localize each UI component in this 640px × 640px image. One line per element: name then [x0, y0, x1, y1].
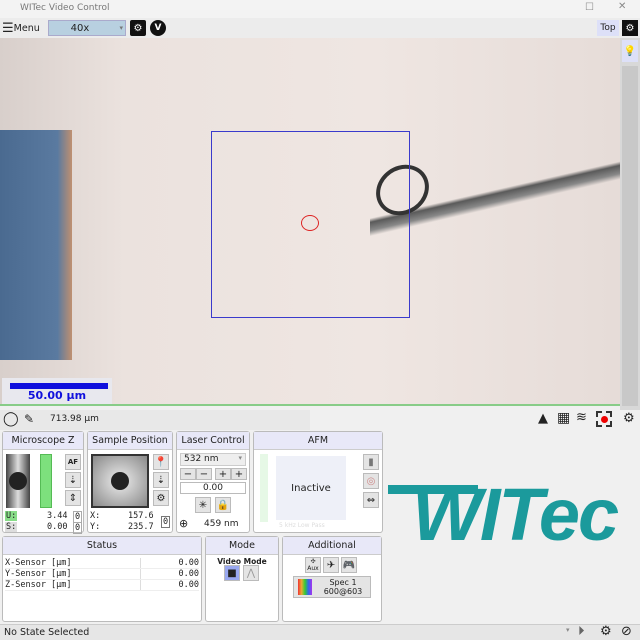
afm-panel: AFM Inactive 5 kHz Low Pass ▮ ◎ ⇔ [253, 431, 383, 533]
increase-small-button[interactable]: + [215, 468, 231, 480]
sample-edge [0, 130, 72, 360]
disabled-icon[interactable]: ⊘ [621, 624, 632, 639]
decrease-small-button[interactable]: − [196, 468, 212, 480]
reset-position-button[interactable]: 0 [161, 516, 170, 528]
laser-power-field[interactable]: 0.00 [180, 482, 246, 494]
z-position-bar [40, 454, 52, 508]
scrollbar[interactable] [622, 66, 638, 406]
decrease-large-button[interactable]: − [180, 468, 196, 480]
range-icon[interactable]: ⇕ [65, 490, 81, 506]
laser-spot-marker [301, 215, 319, 231]
spectrometer-button[interactable]: Spec 1 600@603 [293, 576, 371, 598]
tip-approach-icon[interactable]: ⇔ [363, 492, 379, 508]
increase-large-button[interactable]: + [231, 468, 247, 480]
lamp-icon[interactable]: 💡 [622, 40, 638, 62]
distance-readout: 713.98 µm [50, 414, 99, 424]
gear-icon[interactable]: ⚙ [600, 624, 612, 639]
afm-bar [260, 454, 268, 522]
z-joystick[interactable] [6, 454, 30, 508]
menu-button[interactable]: ☰ Menu [2, 20, 40, 36]
gamepad-icon[interactable]: 🎮 [341, 557, 357, 573]
tip-warning-icon[interactable]: ◎ [363, 473, 379, 489]
camera-settings-icon[interactable]: ⚙ [130, 20, 146, 36]
magnification-select[interactable]: 40x ▾ [48, 20, 126, 36]
lock-icon[interactable]: 🔒 [215, 497, 231, 513]
status-bar: No State Selected ▾ ⏵ ⚙ ⊘ [0, 624, 640, 640]
gear-icon[interactable]: ⚙ [153, 490, 169, 506]
v-icon[interactable]: V [150, 20, 166, 36]
maximize-button[interactable]: ☐ [585, 2, 594, 13]
mountain-icon[interactable]: ▲ [538, 411, 548, 426]
title-bar: WITec Video Control ☐ ✕ [0, 0, 640, 18]
scale-bar: 50.00 µm [2, 378, 112, 404]
state-select[interactable]: No State Selected [4, 627, 89, 638]
location-pin-icon[interactable]: 📍 [153, 454, 169, 470]
chevron-down-icon: ▾ [119, 24, 123, 32]
laser-burst-icon[interactable]: ✳ [195, 497, 211, 513]
measure-bar: ◯ ✎ 713.98 µm [0, 410, 310, 430]
witec-logo: WITec [388, 470, 638, 570]
chevron-down-icon: ▾ [238, 454, 242, 462]
wavelength-select[interactable]: 532 nm ▾ [180, 453, 246, 466]
view-top-button[interactable]: Top [597, 20, 619, 36]
chevron-down-icon[interactable]: ▾ [566, 626, 570, 634]
right-sidebar: 💡 [620, 38, 640, 410]
move-icon: ✣ [310, 558, 316, 565]
hamburger-icon: ☰ [2, 20, 14, 36]
afm-status: Inactive [276, 456, 346, 520]
window-title: WITec Video Control [20, 3, 110, 13]
status-table: X-Sensor [µm] 0.00 Y-Sensor [µm] 0.00 Z-Se… [5, 558, 199, 591]
gear-icon[interactable]: ⚙ [623, 411, 635, 426]
autofocus-button[interactable]: AF [65, 454, 81, 470]
status-panel: Status X-Sensor [µm] 0.00 Y-Sensor [µm] 0.… [2, 536, 202, 622]
ruler-icon[interactable]: ✎ [24, 412, 34, 426]
reset-s-button[interactable]: 0 [73, 522, 82, 534]
play-icon[interactable]: ⏵ [578, 624, 585, 639]
circle-tool-icon[interactable]: ◯ [3, 411, 19, 427]
layers-icon[interactable]: ≋ [576, 410, 587, 425]
tip-icon[interactable]: ▮ [363, 454, 379, 470]
grid-icon[interactable]: ▦ [557, 410, 570, 426]
microscope-z-panel: Microscope Z AF ⇣ ⇕ U: 3.44 0 S: 0.00 0 [2, 431, 84, 534]
video-camera-icon[interactable]: ■ [224, 565, 240, 581]
aux-button[interactable]: ✣ Aux [305, 557, 321, 573]
laser-control-panel: Laser Control 532 nm ▾ − − + + 0.00 ✳ 🔒 ⊕… [176, 431, 250, 533]
move-down-icon[interactable]: ⇣ [65, 472, 81, 488]
xy-joystick[interactable] [91, 454, 149, 508]
additional-panel: Additional ✣ Aux ✈ 🎮 Spec 1 600@603 [282, 536, 382, 622]
table-row: X-Sensor [µm] 0.00 [5, 558, 199, 569]
spectrum-icon[interactable]: ⋀ [243, 565, 259, 581]
close-button[interactable]: ✕ [618, 1, 626, 12]
table-row: Z-Sensor [µm] 0.00 [5, 580, 199, 591]
mode-panel: Mode Video Mode ■ ⋀ [205, 536, 279, 622]
spectrum-rainbow-icon [298, 579, 312, 595]
video-view[interactable]: 50.00 µm [0, 38, 620, 406]
table-row: Y-Sensor [µm] 0.00 [5, 569, 199, 580]
move-down-icon[interactable]: ⇣ [153, 472, 169, 488]
toolbar: ☰ Menu 40x ▾ ⚙ V Top ⚙ [0, 18, 640, 38]
sample-position-panel: Sample Position 📍 ⇣ ⚙ X: 157.6 Y: 235.7 … [87, 431, 173, 533]
spot-target-icon: ⊕ [179, 517, 189, 530]
airplane-icon[interactable]: ✈ [323, 557, 339, 573]
gear-icon[interactable]: ⚙ [622, 20, 638, 36]
record-target-icon[interactable] [596, 411, 612, 427]
